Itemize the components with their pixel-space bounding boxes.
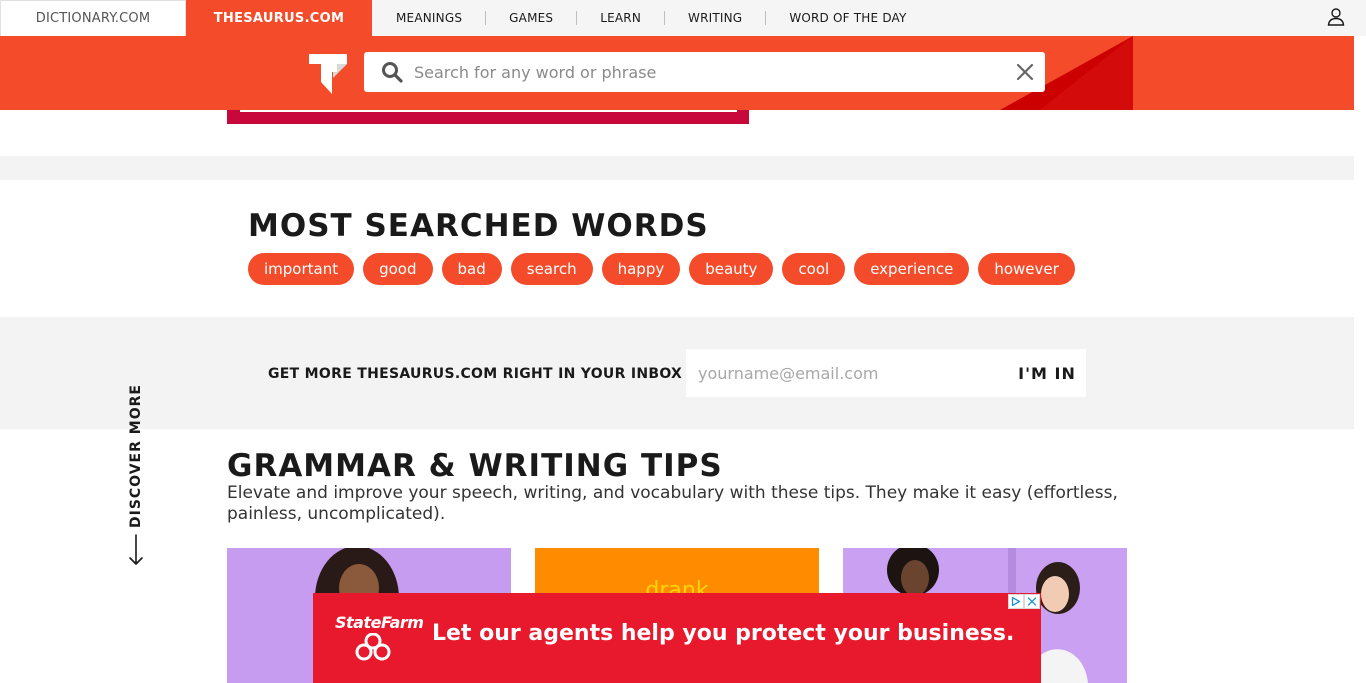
thesaurus-logo[interactable]	[308, 52, 348, 94]
menu-divider	[576, 11, 578, 25]
discover-more-label: DISCOVER MORE	[128, 384, 144, 528]
word-chip[interactable]: search	[510, 253, 593, 285]
ad-banner-remnant-line	[240, 110, 737, 112]
menu-word-of-the-day[interactable]: WORD OF THE DAY	[789, 11, 906, 25]
newsletter-form: I'M IN	[686, 349, 1086, 397]
most-searched-title: MOST SEARCHED WORDS	[248, 208, 709, 244]
email-field[interactable]	[698, 349, 998, 397]
arrow-down-icon	[129, 534, 143, 565]
word-chip[interactable]: however	[978, 253, 1075, 285]
subscribe-button[interactable]: I'M IN	[1008, 349, 1086, 397]
header-accent	[1040, 36, 1133, 110]
ad-headline: Let our agents help you protect your bus…	[432, 621, 1015, 646]
discover-more[interactable]: DISCOVER MORE	[128, 378, 158, 568]
grammar-title: GRAMMAR & WRITING TIPS	[227, 448, 723, 484]
user-icon[interactable]	[1326, 7, 1346, 27]
search-input[interactable]	[414, 52, 1004, 92]
word-chip[interactable]: happy	[601, 253, 681, 285]
menu-divider	[485, 11, 487, 25]
newsletter-section: GET MORE THESAURUS.COM RIGHT IN YOUR INB…	[0, 317, 1354, 429]
word-chip[interactable]: good	[363, 253, 433, 285]
menu-writing[interactable]: WRITING	[688, 11, 742, 25]
menu-meanings[interactable]: MEANINGS	[396, 11, 462, 25]
site-header	[0, 36, 1354, 110]
grammar-description: Elevate and improve your speech, writing…	[227, 483, 1118, 524]
ad-choices-icon[interactable]	[1008, 594, 1024, 609]
ad-brand-logo: StateFarm	[335, 613, 424, 632]
search-box	[364, 52, 1045, 92]
word-chip-list: important good bad search happy beauty c…	[248, 253, 1075, 285]
word-chip[interactable]: experience	[854, 253, 970, 285]
menu-divider	[664, 11, 666, 25]
close-icon[interactable]	[1015, 62, 1035, 82]
ad-brand-rings-icon	[355, 633, 391, 661]
menu-divider	[765, 11, 767, 25]
newsletter-label: GET MORE THESAURUS.COM RIGHT IN YOUR INB…	[268, 366, 683, 382]
menu-learn[interactable]: LEARN	[600, 11, 641, 25]
ad-close-icon[interactable]	[1024, 594, 1040, 609]
word-chip[interactable]: bad	[441, 253, 502, 285]
tab-dictionary[interactable]: DICTIONARY.COM	[0, 0, 186, 36]
word-chip[interactable]: cool	[782, 253, 846, 285]
search-icon[interactable]	[381, 61, 403, 83]
most-searched-section: MOST SEARCHED WORDS important good bad s…	[0, 180, 1354, 317]
main-menu: MEANINGS GAMES LEARN WRITING WORD OF THE…	[396, 0, 907, 36]
ad-banner-remnant	[227, 110, 749, 124]
bottom-ad-banner[interactable]: StateFarm Let our agents help you protec…	[313, 593, 1041, 683]
word-chip[interactable]: beauty	[689, 253, 774, 285]
page: DICTIONARY.COM THESAURUS.COM MEANINGS GA…	[0, 0, 1366, 683]
top-nav: DICTIONARY.COM THESAURUS.COM MEANINGS GA…	[0, 0, 1366, 36]
menu-games[interactable]: GAMES	[509, 11, 553, 25]
word-chip[interactable]: important	[248, 253, 355, 285]
tab-thesaurus[interactable]: THESAURUS.COM	[186, 0, 372, 36]
section-divider	[0, 156, 1354, 180]
